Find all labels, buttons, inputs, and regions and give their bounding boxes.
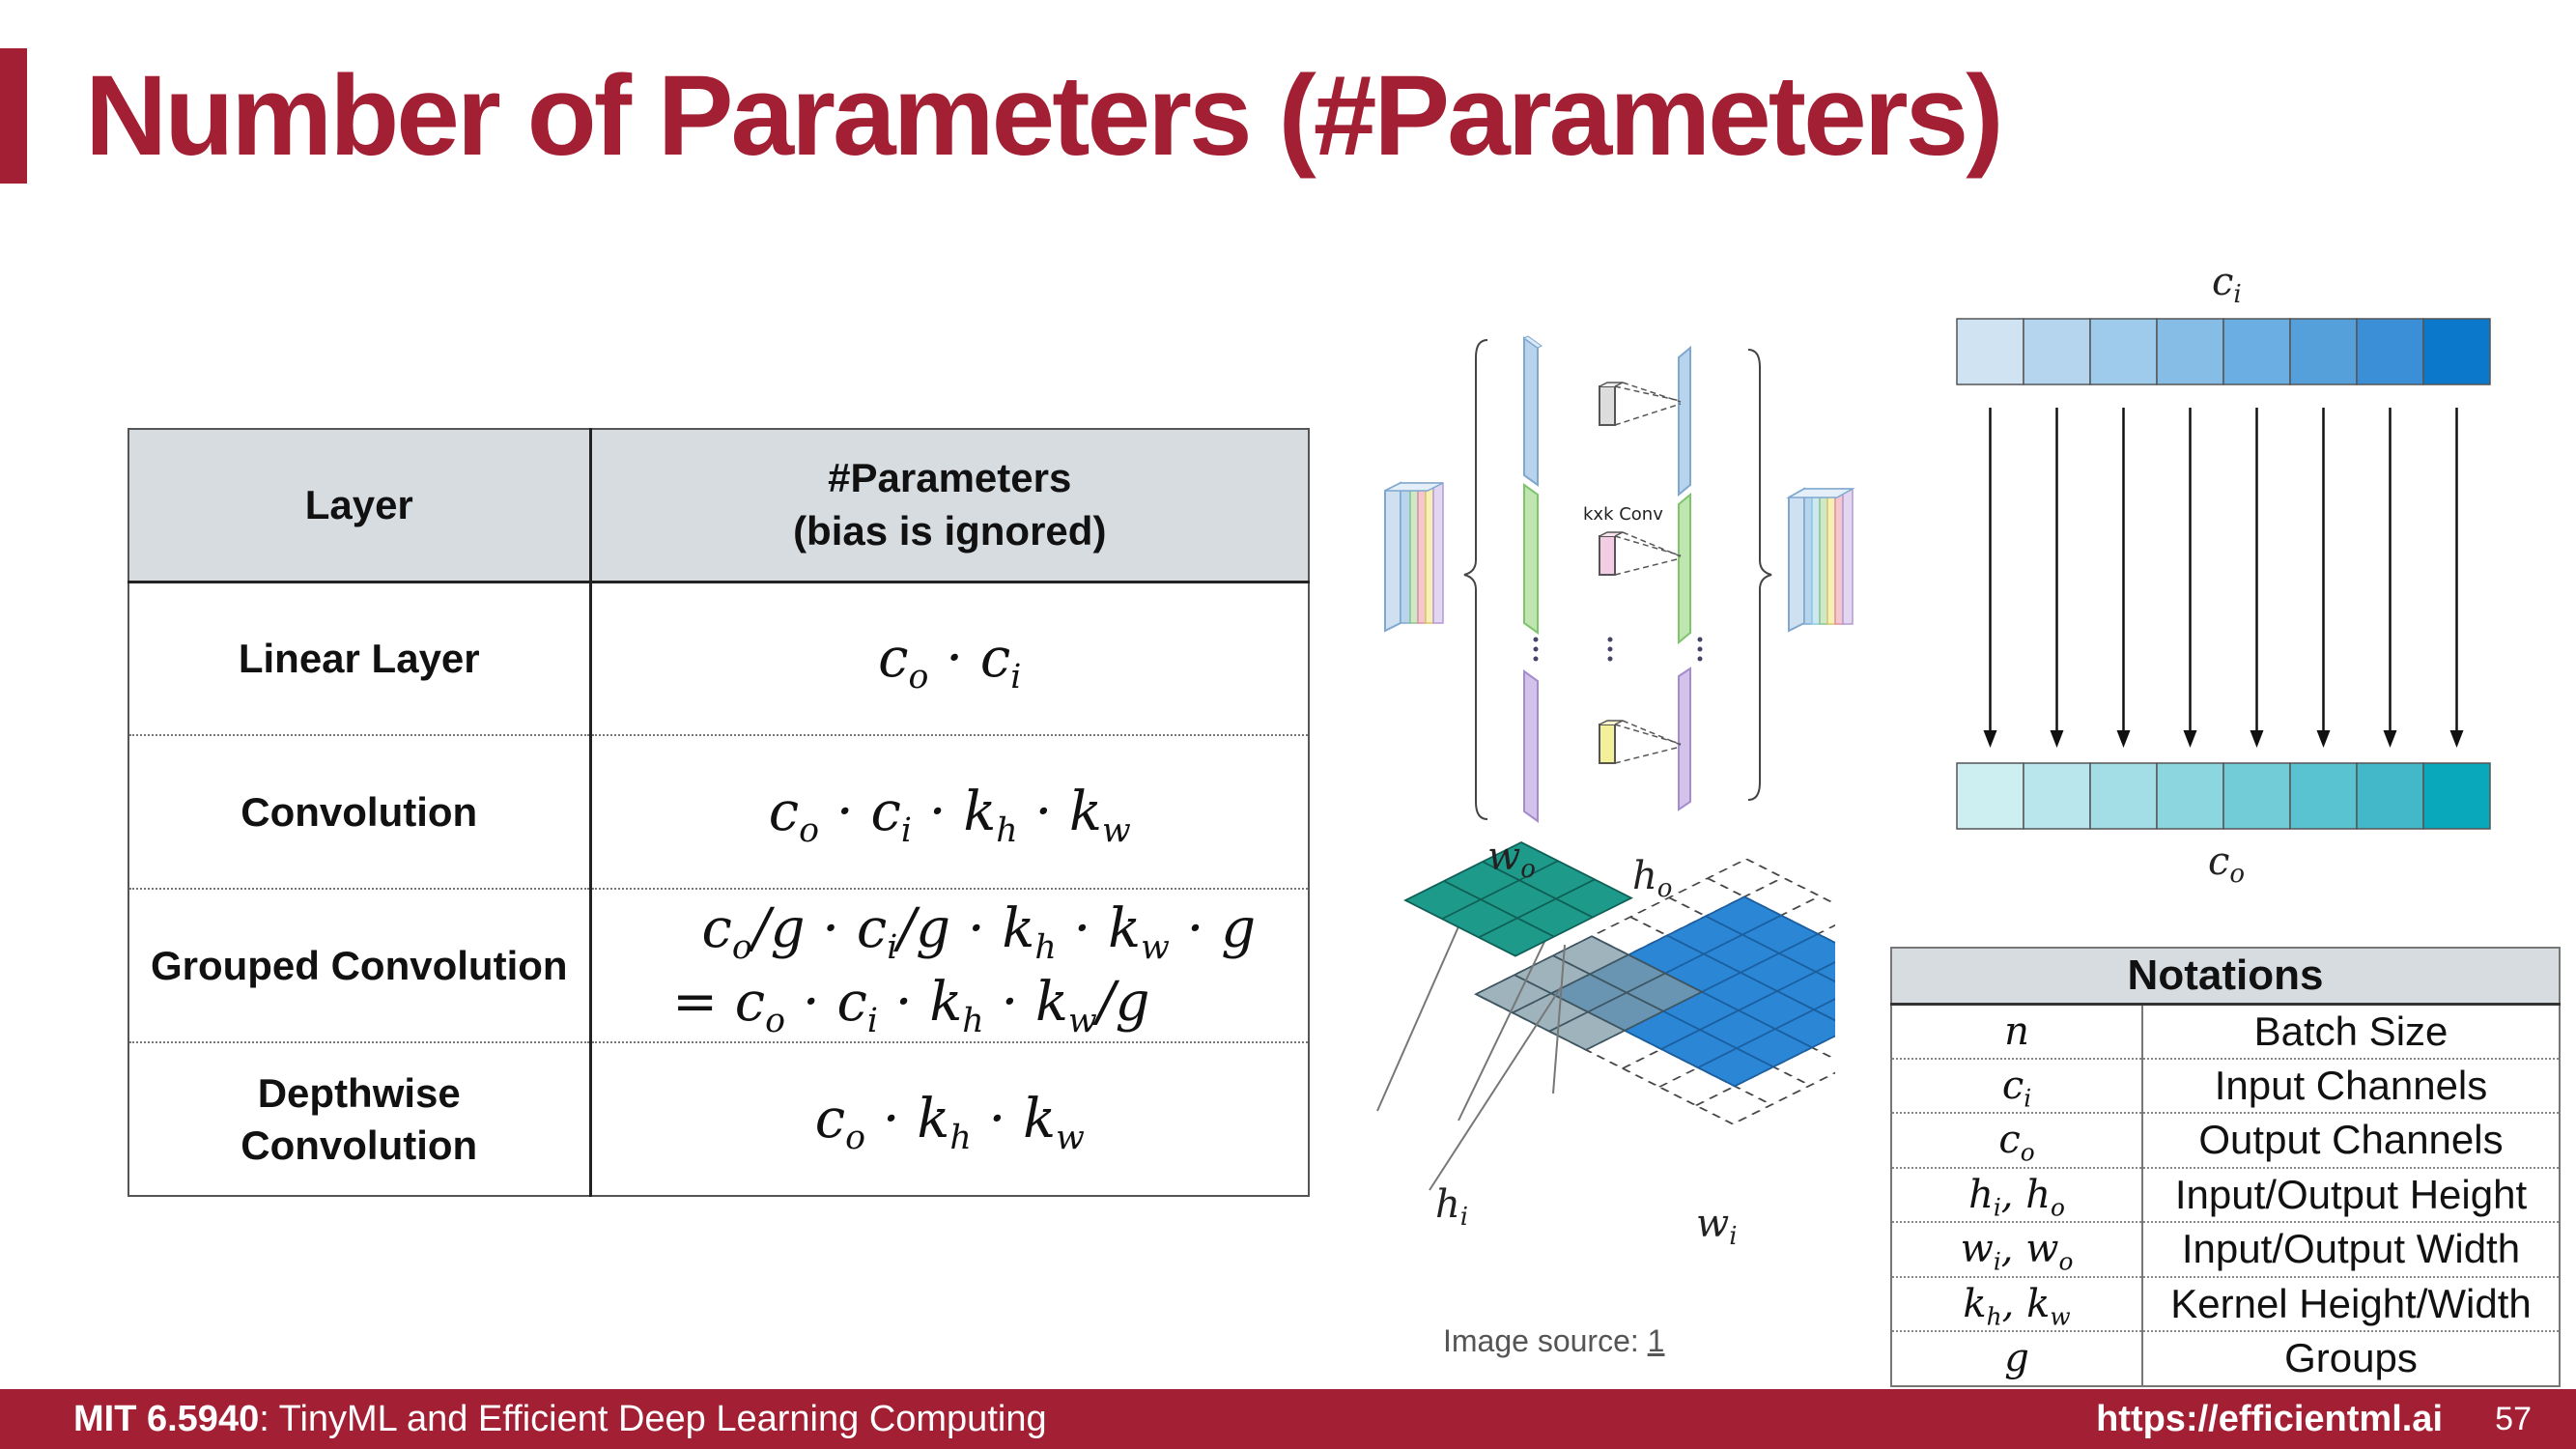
symbol-n: n: [1890, 1004, 2143, 1060]
symbol-wi-wo: wi, wo: [1890, 1222, 2143, 1278]
left-brace: [1463, 339, 1488, 820]
table-row: Convolution co · ci · kh · kw: [127, 735, 1310, 890]
parameters-table: Layer #Parameters (bias is ignored) Line…: [127, 428, 1310, 1197]
symbol-co: co: [1890, 1113, 2143, 1169]
grouped-convolution-diagram: kxk Conv: [1384, 335, 1855, 823]
group-n: [1523, 667, 1691, 823]
header-parameters: #Parameters (bias is ignored): [589, 428, 1310, 583]
symbol-ci: ci: [1890, 1058, 2143, 1114]
input-channel-cell: [2356, 318, 2424, 385]
formula-linear: co · ci: [589, 582, 1310, 736]
arrow-down-icon: [2116, 408, 2131, 748]
table-row: g Groups: [1890, 1331, 2561, 1387]
ellipsis-dots: [1533, 637, 1703, 662]
input-channel-cell: [2289, 318, 2358, 385]
table-row: kh, kw Kernel Height/Width: [1890, 1276, 2561, 1332]
label-wi: wi: [1696, 1202, 1738, 1251]
formula-grouped-convolution: co/g · ci/g · kh · kw · g = co · ci · kh…: [589, 889, 1310, 1043]
input-channel-cell: [2422, 318, 2491, 385]
table-row: n Batch Size: [1890, 1004, 2561, 1060]
formula-depthwise-convolution: co · kh · kw: [589, 1042, 1310, 1197]
meaning: Input/Output Height: [2141, 1167, 2561, 1223]
meaning: Groups: [2141, 1331, 2561, 1387]
footer-url[interactable]: https://efficientml.ai: [2096, 1399, 2443, 1440]
input-channel-cell: [2156, 318, 2224, 385]
page-number: 57: [2495, 1401, 2532, 1437]
footer-bar: MIT 6.5940: TinyML and Efficient Deep Le…: [0, 1389, 2576, 1449]
label-ci: ci: [2212, 260, 2242, 309]
output-channel-cell: [2023, 762, 2091, 830]
table-row: hi, ho Input/Output Height: [1890, 1167, 2561, 1223]
input-channel-cell: [2222, 318, 2291, 385]
image-source: Image source: 1: [1443, 1323, 1664, 1359]
output-channel-cell: [1956, 762, 2024, 830]
input-channel-cell: [2023, 318, 2091, 385]
table-row: co Output Channels: [1890, 1113, 2561, 1169]
label-ho: ho: [1632, 854, 1672, 903]
meaning: Output Channels: [2141, 1113, 2561, 1169]
symbol-hi-ho: hi, ho: [1890, 1167, 2143, 1223]
notations-table: Notations n Batch Size ci Input Channels c…: [1890, 947, 2561, 1387]
output-channel-cell: [2289, 762, 2358, 830]
table-row: Linear Layer co · ci: [127, 582, 1310, 736]
layer-name: Convolution: [127, 735, 592, 890]
output-channels-bar: [1956, 762, 2491, 830]
input-channel-cell: [1956, 318, 2024, 385]
meaning: Input/Output Width: [2141, 1222, 2561, 1278]
header-parameters-line2: (bias is ignored): [793, 507, 1107, 554]
linear-layer-diagram: ci co: [1956, 260, 2491, 889]
layer-name: Depthwise Convolution: [127, 1042, 592, 1197]
right-brace: [1747, 349, 1772, 801]
table-header-row: Layer #Parameters (bias is ignored): [127, 428, 1310, 583]
arrow-down-icon: [1983, 408, 1997, 748]
arrow-down-icon: [2250, 408, 2264, 748]
symbol-kh-kw: kh, kw: [1890, 1276, 2143, 1332]
output-channel-cell: [2422, 762, 2491, 830]
label-co: co: [2208, 839, 2245, 889]
formula-convolution: co · ci · kh · kw: [589, 735, 1310, 890]
label-hi: hi: [1435, 1182, 1468, 1232]
image-source-label: Image source:: [1443, 1323, 1639, 1358]
footer-course: MIT 6.5940: TinyML and Efficient Deep Le…: [73, 1399, 1047, 1440]
title-accent-bar: [0, 48, 27, 184]
output-channel-cell: [2222, 762, 2291, 830]
meaning: Input Channels: [2141, 1058, 2561, 1114]
table-row: ci Input Channels: [1890, 1058, 2561, 1114]
conv-label: kxk Conv: [1583, 504, 1663, 525]
slide-title: Number of Parameters (#Parameters): [85, 52, 2004, 180]
output-channel-cell: [2356, 762, 2424, 830]
header-parameters-line1: #Parameters: [828, 455, 1072, 501]
arrow-down-icon: [2383, 408, 2397, 748]
layer-name: Linear Layer: [127, 582, 592, 736]
group-1: [1523, 335, 1691, 497]
meaning: Kernel Height/Width: [2141, 1276, 2561, 1332]
group-2: kxk Conv: [1523, 483, 1691, 645]
output-feature-stack: [1786, 487, 1855, 633]
input-channels-bar: [1956, 318, 2491, 385]
table-row: Grouped Convolution co/g · ci/g · kh · k…: [127, 889, 1310, 1043]
output-channel-cell: [2156, 762, 2224, 830]
course-code: MIT 6.5940: [73, 1399, 260, 1439]
arrow-down-icon: [2183, 408, 2197, 748]
meaning: Batch Size: [2141, 1004, 2561, 1060]
notations-title: Notations: [1890, 947, 2561, 1006]
input-feature-stack: [1384, 481, 1444, 633]
table-row: Depthwise Convolution co · kh · kw: [127, 1042, 1310, 1197]
connection-arrows: [1983, 408, 2464, 748]
arrow-down-icon: [2449, 408, 2464, 748]
symbol-g: g: [1890, 1331, 2143, 1387]
image-source-link[interactable]: 1: [1648, 1323, 1665, 1358]
input-channel-cell: [2089, 318, 2158, 385]
label-wo: wo: [1487, 835, 1536, 884]
arrow-down-icon: [2316, 408, 2331, 748]
projection-lines: [1376, 915, 1566, 1191]
output-channel-cell: [2089, 762, 2158, 830]
arrow-down-icon: [2050, 408, 2064, 748]
convolution-grid-diagram: wo ho hi wi: [1376, 835, 1835, 1251]
layer-name: Grouped Convolution: [127, 889, 592, 1043]
table-row: wi, wo Input/Output Width: [1890, 1222, 2561, 1278]
course-name: : TinyML and Efficient Deep Learning Com…: [259, 1399, 1047, 1439]
header-layer: Layer: [127, 428, 592, 583]
